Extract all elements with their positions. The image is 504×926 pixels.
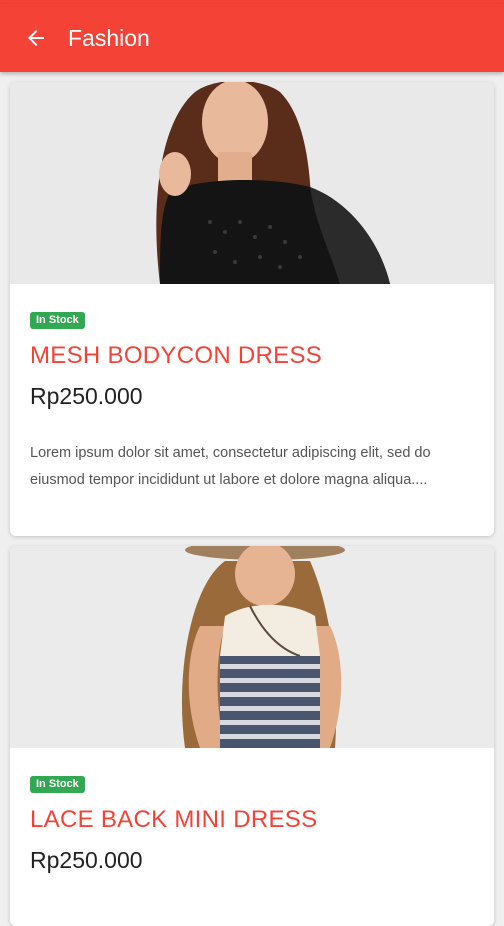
stock-badge: In Stock — [30, 312, 85, 329]
product-image — [10, 82, 494, 284]
product-description: Lorem ipsum dolor sit amet, consectetur … — [30, 445, 431, 488]
arrow-left-icon — [28, 30, 44, 46]
product-card[interactable]: In Stock LACE BACK MINI DRESS Rp250.000 — [10, 546, 494, 926]
back-button[interactable] — [8, 10, 64, 66]
product-card[interactable]: In Stock MESH BODYCON DRESS Rp250.000 Lo… — [10, 82, 494, 536]
product-price: Rp250.000 — [30, 383, 143, 409]
stock-badge: In Stock — [30, 776, 85, 793]
app-bar: Fashion — [0, 4, 504, 72]
product-image — [10, 546, 494, 748]
product-title[interactable]: LACE BACK MINI DRESS — [30, 806, 317, 834]
product-price: Rp250.000 — [30, 847, 143, 873]
product-title[interactable]: MESH BODYCON DRESS — [30, 342, 322, 370]
page-title: Fashion — [68, 24, 150, 51]
